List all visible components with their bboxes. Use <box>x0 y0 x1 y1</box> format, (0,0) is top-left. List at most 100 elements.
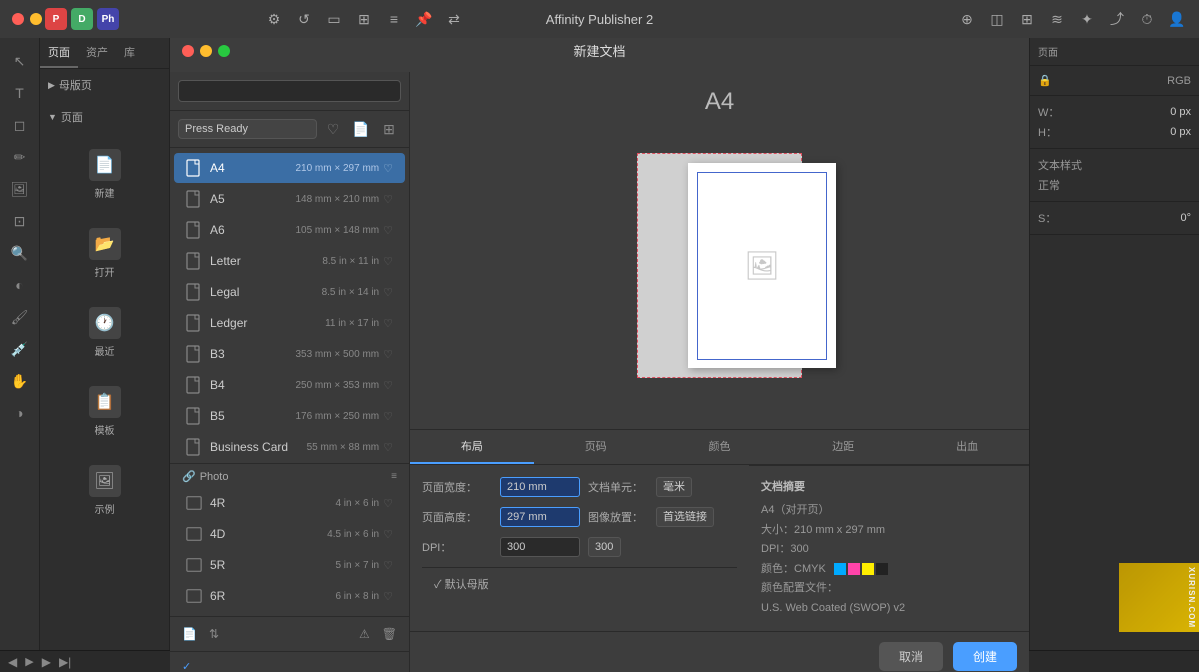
example-action[interactable]: 🖼 示例 <box>85 459 125 522</box>
pages-header[interactable]: ▼ 页面 <box>40 105 169 129</box>
pin-icon[interactable]: 📌 <box>410 5 438 33</box>
tab-margin[interactable]: 边距 <box>781 430 905 464</box>
s-row: S： 0° <box>1038 208 1191 228</box>
photo-category-menu[interactable]: ≡ <box>391 471 397 482</box>
filter-select[interactable]: Press Ready <box>178 119 317 139</box>
tab-layout[interactable]: 布局 <box>410 430 534 464</box>
cancel-button[interactable]: 取消 <box>879 642 943 671</box>
pen-tool[interactable]: ✏ <box>5 142 35 172</box>
delete-template-btn[interactable]: 🗑 <box>378 625 401 643</box>
add-template-btn[interactable]: 📄 <box>178 625 201 643</box>
b5-favorite[interactable]: ♡ <box>383 410 393 423</box>
user-icon[interactable]: 👤 <box>1163 5 1191 33</box>
zoom-icon[interactable]: ⊕ <box>953 5 981 33</box>
frame-icon[interactable]: ▭ <box>320 5 348 33</box>
right-tab-pages[interactable]: 页面 <box>1034 38 1062 65</box>
tab-page-number[interactable]: 页码 <box>534 430 658 464</box>
a4-favorite[interactable]: ♡ <box>383 162 393 175</box>
dialog-minimize[interactable] <box>200 45 212 57</box>
template-item-b5[interactable]: B5 176 mm × 250 mm ♡ <box>174 401 405 431</box>
new-template-btn[interactable]: 📄 <box>349 117 373 141</box>
prev-page-btn[interactable]: ◀ <box>8 655 17 669</box>
4d-favorite[interactable]: ♡ <box>383 528 393 541</box>
history-icon[interactable]: ⏱ <box>1133 5 1161 33</box>
align-icon[interactable]: ≡ <box>380 5 408 33</box>
template-item-5r[interactable]: 5R 5 in × 7 in ♡ <box>174 550 405 580</box>
favorite-filter-btn[interactable]: ♡ <box>321 117 345 141</box>
b4-favorite[interactable]: ♡ <box>383 379 393 392</box>
settings-icon[interactable]: ⚙ <box>260 5 288 33</box>
doc-unit-select[interactable]: 毫米 <box>656 477 692 497</box>
masterpages-header[interactable]: ▶ 母版页 <box>40 73 169 97</box>
export-icon[interactable]: ⤴ <box>1103 5 1131 33</box>
6r-favorite[interactable]: ♡ <box>383 590 393 603</box>
crop-tool[interactable]: ⊡ <box>5 206 35 236</box>
hand-tool[interactable]: ✋ <box>5 366 35 396</box>
open-action[interactable]: 📂 打开 <box>85 222 125 285</box>
business-card-size: 55 mm × 88 mm <box>307 442 380 453</box>
letter-favorite[interactable]: ♡ <box>383 255 393 268</box>
template-item-a6[interactable]: A6 105 mm × 148 mm ♡ <box>174 215 405 245</box>
page-width-input[interactable] <box>500 477 580 497</box>
tab-library[interactable]: 库 <box>116 38 143 68</box>
tab-color[interactable]: 颜色 <box>658 430 782 464</box>
eyedropper-tool[interactable]: 💉 <box>5 334 35 364</box>
template-item-b3[interactable]: B3 353 mm × 500 mm ♡ <box>174 339 405 369</box>
a5-favorite[interactable]: ♡ <box>383 193 393 206</box>
template-item-6r[interactable]: 6R 6 in × 8 in ♡ <box>174 581 405 611</box>
recent-action[interactable]: 🕐 最近 <box>85 301 125 364</box>
view-icon[interactable]: ◫ <box>983 5 1011 33</box>
a6-favorite[interactable]: ♡ <box>383 224 393 237</box>
b3-favorite[interactable]: ♡ <box>383 348 393 361</box>
legal-favorite[interactable]: ♡ <box>383 286 393 299</box>
grid-view-btn[interactable]: ⊞ <box>377 117 401 141</box>
warning-icon-btn[interactable]: ⚠ <box>355 625 374 643</box>
template-item-business-card[interactable]: Business Card 55 mm × 88 mm ♡ <box>174 432 405 462</box>
tab-assets[interactable]: 资产 <box>78 38 116 68</box>
zoom-tool[interactable]: 🔍 <box>5 238 35 268</box>
dialog-maximize[interactable] <box>218 45 230 57</box>
template-item-a4[interactable]: A4 210 mm × 297 mm ♡ <box>174 153 405 183</box>
template-item-letter[interactable]: Letter 8.5 in × 11 in ♡ <box>174 246 405 276</box>
sort-template-btn[interactable]: ⇅ <box>205 625 223 643</box>
dpi-unit-select[interactable]: 300 <box>588 537 621 557</box>
5r-favorite[interactable]: ♡ <box>383 559 393 572</box>
template-item-legal[interactable]: Legal 8.5 in × 14 in ♡ <box>174 277 405 307</box>
tab-bleed[interactable]: 出血 <box>905 430 1029 464</box>
move-tool[interactable]: ↖ <box>5 46 35 76</box>
image-place-select[interactable]: 首选链接 <box>656 507 714 527</box>
a6-size: 105 mm × 148 mm <box>295 225 379 236</box>
mask-tool[interactable]: ◑ <box>5 398 35 428</box>
template-action[interactable]: 📋 模板 <box>85 380 125 443</box>
dpi-input[interactable] <box>500 537 580 557</box>
transform-icon[interactable]: ⊞ <box>1013 5 1041 33</box>
color-fill-tool[interactable]: ◐ <box>5 270 35 300</box>
shape-tool[interactable]: ◻ <box>5 110 35 140</box>
link-icon[interactable]: ⇄ <box>440 5 468 33</box>
template-item-4d[interactable]: 4D 4.5 in × 6 in ♡ <box>174 519 405 549</box>
template-item-ledger[interactable]: Ledger 11 in × 17 in ♡ <box>174 308 405 338</box>
create-button[interactable]: 创建 <box>953 642 1017 671</box>
dialog-close[interactable] <box>182 45 194 57</box>
grid-icon[interactable]: ⊞ <box>350 5 378 33</box>
4r-favorite[interactable]: ♡ <box>383 497 393 510</box>
paint-tool[interactable]: 🖌 <box>5 302 35 332</box>
new-action[interactable]: 📄 新建 <box>85 143 125 206</box>
page-height-input[interactable] <box>500 507 580 527</box>
text-tool[interactable]: T <box>5 78 35 108</box>
template-item-b4[interactable]: B4 250 mm × 353 mm ♡ <box>174 370 405 400</box>
template-search-input[interactable] <box>178 80 401 102</box>
last-page-btn[interactable]: ▶| <box>59 655 71 669</box>
template-item-a5[interactable]: A5 148 mm × 210 mm ♡ <box>174 184 405 214</box>
layers-icon[interactable]: ≋ <box>1043 5 1071 33</box>
undo-icon[interactable]: ↺ <box>290 5 318 33</box>
page-shadow-outer: 🖼 <box>637 153 802 378</box>
template-item-4r[interactable]: 4R 4 in × 6 in ♡ <box>174 488 405 518</box>
ledger-favorite[interactable]: ♡ <box>383 317 393 330</box>
tab-pages[interactable]: 页面 <box>40 38 78 68</box>
next-page-btn[interactable]: ▶ <box>42 655 51 669</box>
right-panel-rotation: S： 0° <box>1030 202 1199 235</box>
business-card-favorite[interactable]: ♡ <box>383 441 393 454</box>
image-tool[interactable]: 🖼 <box>5 174 35 204</box>
effects-icon[interactable]: ✦ <box>1073 5 1101 33</box>
